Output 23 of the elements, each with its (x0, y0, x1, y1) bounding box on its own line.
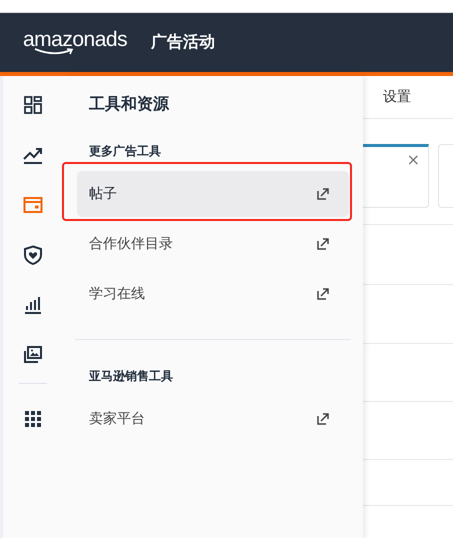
filter-card (438, 144, 453, 208)
menu-item[interactable]: 学习在线 (77, 271, 349, 317)
external-link-icon (317, 238, 329, 250)
menu-item[interactable]: 卖家平台 (77, 396, 349, 442)
panel-title: 工具和资源 (89, 93, 170, 115)
bar-chart-icon[interactable] (23, 295, 43, 315)
menu-item[interactable]: 帖子 (77, 171, 349, 217)
dashboard-icon[interactable] (23, 95, 43, 115)
tab[interactable]: 设置 (383, 88, 411, 106)
amazon-ads-logo[interactable]: amazonads (23, 29, 128, 56)
page-title: 广告活动 (151, 32, 216, 53)
app-grid-icon[interactable] (23, 409, 43, 429)
section-heading: 亚马逊销售工具 (89, 368, 174, 384)
external-link-icon (317, 188, 329, 200)
wallet-icon[interactable] (23, 195, 43, 215)
external-link-icon (317, 288, 329, 300)
external-link-icon (317, 413, 329, 425)
trend-chart-icon[interactable] (23, 145, 43, 165)
menu-item[interactable]: 合作伙伴目录 (77, 221, 349, 267)
section-heading: 更多广告工具 (89, 143, 162, 159)
close-icon[interactable]: × (406, 152, 420, 168)
shield-heart-icon[interactable] (23, 245, 43, 265)
image-gallery-icon[interactable] (23, 345, 43, 365)
